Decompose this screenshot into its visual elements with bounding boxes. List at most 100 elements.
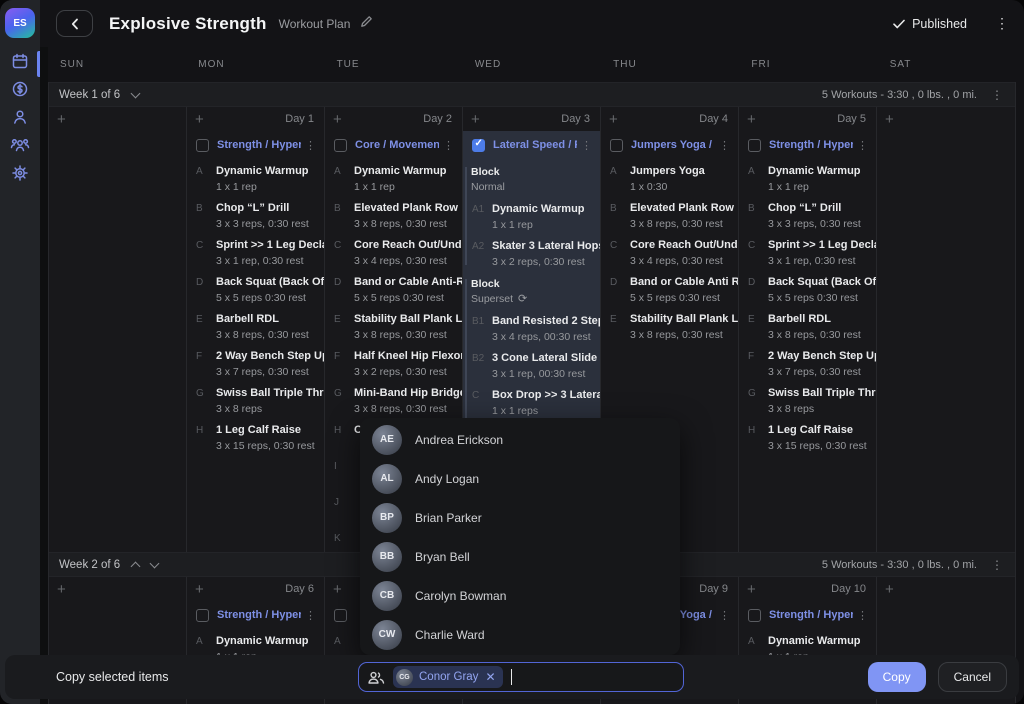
exercise-row[interactable]: B1 Band Resisted 2 Step Late... 3 x 4 re… (463, 315, 600, 344)
workout-card[interactable]: Strength / Hypertro... ⋮ (739, 131, 876, 453)
workout-title[interactable]: Strength / Hypertro... (217, 609, 301, 621)
exercise-row[interactable]: E Stability Ball Plank Linear ... 3 x 8 … (325, 313, 462, 342)
add-workout-button[interactable]: + (471, 112, 480, 127)
assignee-input[interactable]: CG Conor Gray ✕ (358, 662, 684, 692)
user-option[interactable]: CB Carolyn Bowman (360, 576, 680, 615)
add-workout-button[interactable]: + (333, 112, 342, 127)
add-workout-button[interactable]: + (195, 582, 204, 597)
exercise-row[interactable]: A2 Skater 3 Lateral Hops >> ... 3 x 2 re… (463, 240, 600, 269)
user-option[interactable]: BB Bryan Bell (360, 537, 680, 576)
sidebar-item-billing[interactable] (0, 80, 40, 98)
expand-week-icon[interactable] (150, 558, 160, 568)
exercise-row[interactable]: H 1 Leg Calf Raise 3 x 15 reps, 0:30 res… (187, 424, 324, 453)
exercise-row[interactable]: C Core Reach Out/Under 3 x 4 reps, 0:30 … (325, 239, 462, 268)
sidebar-item-teams[interactable] (0, 136, 40, 154)
exercise-row[interactable]: A Dynamic Warmup 1 x 1 rep (325, 165, 462, 194)
exercise-row[interactable]: D Back Squat (Back Off Set) 5 x 5 reps 0… (739, 276, 876, 305)
expand-week-icon[interactable] (131, 88, 141, 98)
exercise-row[interactable]: G Mini-Band Hip Bridge w/ ... 3 x 8 reps… (325, 387, 462, 416)
exercise-row[interactable]: C Sprint >> 1 Leg Declarations 3 x 1 rep… (187, 239, 324, 268)
exercise-row[interactable]: D Back Squat (Back Off Set) 5 x 5 reps 0… (187, 276, 324, 305)
workout-card[interactable]: Strength / Hypertro... ⋮ (187, 131, 324, 453)
workout-title[interactable]: Strength / Hypertro... (217, 139, 301, 151)
exercise-row[interactable]: A Dynamic Warmup 1 x 1 rep (739, 165, 876, 194)
add-workout-button[interactable]: + (333, 582, 342, 597)
exercise-row[interactable]: E Stability Ball Plank Linear ... 3 x 8 … (601, 313, 738, 342)
exercise-letter: F (748, 350, 768, 379)
exercise-row[interactable]: A Jumpers Yoga 1 x 0:30 (601, 165, 738, 194)
exercise-row[interactable]: G Swiss Ball Triple Threat 3 x 8 reps (187, 387, 324, 416)
exercise-row[interactable]: B Elevated Plank Row 3 x 8 reps, 0:30 re… (325, 202, 462, 231)
workout-title[interactable]: Strength / Hypertro... (769, 139, 853, 151)
edit-title-button[interactable] (360, 15, 373, 33)
workout-title[interactable]: Strength / Hypertro... (769, 609, 853, 621)
add-workout-button[interactable]: + (885, 112, 894, 127)
workout-menu-icon[interactable]: ⋮ (719, 609, 730, 622)
exercise-row[interactable]: D Band or Cable Anti-Rotati... 5 x 5 rep… (325, 276, 462, 305)
sidebar-item-settings[interactable] (0, 164, 40, 182)
workout-menu-icon[interactable]: ⋮ (857, 609, 868, 622)
workout-checkbox[interactable] (748, 609, 761, 622)
user-option[interactable]: AL Andy Logan (360, 459, 680, 498)
exercise-row[interactable]: F 2 Way Bench Step Up 3 x 7 reps, 0:30 r… (739, 350, 876, 379)
user-option[interactable]: BP Brian Parker (360, 498, 680, 537)
workout-checkbox[interactable] (748, 139, 761, 152)
exercise-name: Swiss Ball Triple Threat (216, 387, 324, 400)
remove-assignee-icon[interactable]: ✕ (485, 670, 495, 684)
exercise-row[interactable]: F Half Kneel Hip Flexor Rais... 3 x 2 re… (325, 350, 462, 379)
workout-menu-icon[interactable]: ⋮ (305, 609, 316, 622)
exercise-details: 3 x 2 reps, 0:30 rest (354, 366, 462, 379)
exercise-row[interactable]: D Band or Cable Anti Rotati... 5 x 5 rep… (601, 276, 738, 305)
copy-button[interactable]: Copy (868, 662, 926, 692)
collapse-week-icon[interactable] (131, 562, 141, 572)
workout-checkbox[interactable] (196, 139, 209, 152)
workout-title[interactable]: Lateral Speed / Plyo (493, 139, 577, 151)
exercise-row[interactable]: C Box Drop >> 3 Lateral H... 1 x 1 reps (463, 389, 600, 418)
workout-checkbox[interactable] (472, 139, 485, 152)
exercise-row[interactable]: E Barbell RDL 3 x 8 reps, 0:30 rest (187, 313, 324, 342)
workout-title[interactable]: Jumpers Yoga / Core (631, 139, 715, 151)
week-menu-icon[interactable]: ⋮ (991, 558, 1003, 572)
workout-menu-icon[interactable]: ⋮ (719, 139, 730, 152)
workout-menu-icon[interactable]: ⋮ (305, 139, 316, 152)
exercise-row[interactable]: A Dynamic Warmup 1 x 1 rep (187, 165, 324, 194)
workout-menu-icon[interactable]: ⋮ (443, 139, 454, 152)
cancel-button[interactable]: Cancel (938, 662, 1007, 692)
workout-checkbox[interactable] (610, 139, 623, 152)
workout-menu-icon[interactable]: ⋮ (857, 139, 868, 152)
exercise-row[interactable]: F 2 Way Bench Step Up 3 x 7 reps, 0:30 r… (187, 350, 324, 379)
workout-checkbox[interactable] (196, 609, 209, 622)
exercise-row[interactable]: G Swiss Ball Triple Threat 3 x 8 reps (739, 387, 876, 416)
add-workout-button[interactable]: + (747, 582, 756, 597)
exercise-row[interactable]: H 1 Leg Calf Raise 3 x 15 reps, 0:30 res… (739, 424, 876, 453)
user-option[interactable]: CW Charlie Ward (360, 615, 680, 654)
add-workout-button[interactable]: + (57, 582, 66, 597)
exercise-row[interactable]: A1 Dynamic Warmup 1 x 1 rep (463, 203, 600, 232)
publish-status[interactable]: Published (893, 17, 967, 31)
back-button[interactable] (56, 10, 93, 37)
add-workout-button[interactable]: + (747, 112, 756, 127)
add-workout-button[interactable]: + (195, 112, 204, 127)
exercise-row[interactable]: C Core Reach Out/Under 3 x 4 reps, 0:30 … (601, 239, 738, 268)
sidebar-item-calendar[interactable] (0, 52, 40, 70)
more-menu-icon[interactable]: ⋮ (995, 15, 1009, 32)
exercise-row[interactable]: B Chop “L” Drill 3 x 3 reps, 0:30 rest (739, 202, 876, 231)
exercise-row[interactable]: B Elevated Plank Row 3 x 8 reps, 0:30 re… (601, 202, 738, 231)
sidebar-item-athletes[interactable] (0, 108, 40, 126)
exercise-row[interactable]: E Barbell RDL 3 x 8 reps, 0:30 rest (739, 313, 876, 342)
workout-card[interactable]: Jumpers Yoga / Core ⋮ (601, 131, 738, 342)
assignee-chip[interactable]: CG Conor Gray ✕ (393, 666, 503, 688)
exercise-row[interactable]: C Sprint >> 1 Leg Declarations 3 x 1 rep… (739, 239, 876, 268)
add-workout-button[interactable]: + (57, 112, 66, 127)
add-workout-button[interactable]: + (609, 112, 618, 127)
add-workout-button[interactable]: + (885, 582, 894, 597)
workout-title[interactable]: Core / Movement Q... (355, 139, 439, 151)
week-menu-icon[interactable]: ⋮ (991, 88, 1003, 102)
workout-menu-icon[interactable]: ⋮ (581, 139, 592, 152)
app-logo[interactable]: ES (5, 8, 35, 38)
user-option[interactable]: AE Andrea Erickson (360, 420, 680, 459)
workout-checkbox[interactable] (334, 139, 347, 152)
workout-checkbox[interactable] (334, 609, 347, 622)
exercise-row[interactable]: B Chop “L” Drill 3 x 3 reps, 0:30 rest (187, 202, 324, 231)
exercise-row[interactable]: B2 3 Cone Lateral Slide 3 x 1 rep, 00:30… (463, 352, 600, 381)
